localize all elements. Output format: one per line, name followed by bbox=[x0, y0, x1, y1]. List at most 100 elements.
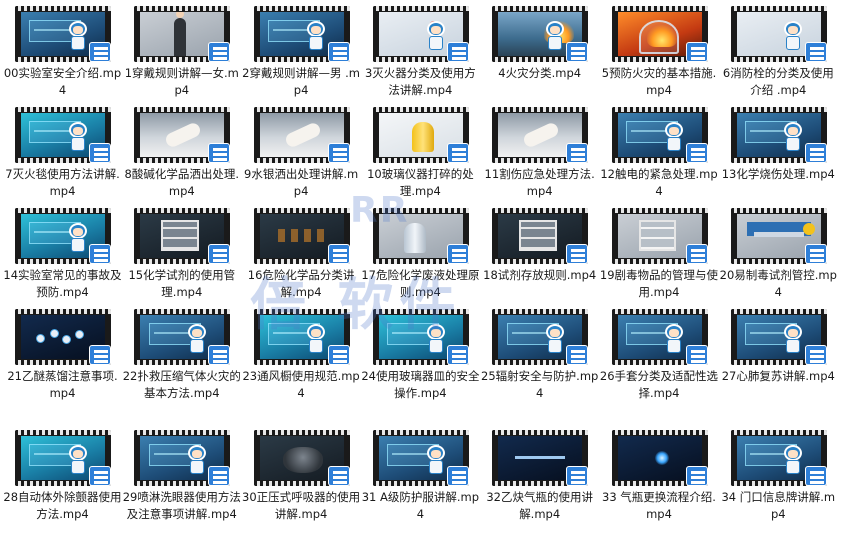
video-file-icon bbox=[89, 244, 111, 264]
video-thumbnail[interactable] bbox=[611, 430, 708, 486]
video-file-icon bbox=[327, 466, 350, 486]
file-name-label[interactable]: 8酸碱化学品洒出处理.mp4 bbox=[122, 166, 241, 200]
mascot-figure bbox=[65, 444, 91, 477]
video-thumbnail[interactable] bbox=[134, 430, 231, 486]
video-thumbnail[interactable] bbox=[492, 430, 589, 486]
video-file-icon bbox=[208, 42, 231, 62]
file-name-label[interactable]: 7灭火毯使用方法讲解.mp4 bbox=[3, 166, 122, 200]
mascot-figure bbox=[423, 444, 449, 477]
video-file-icon bbox=[446, 345, 469, 365]
mascot-figure bbox=[542, 20, 568, 53]
video-file-icon bbox=[804, 466, 827, 486]
video-thumbnail[interactable] bbox=[253, 208, 350, 264]
video-file-icon bbox=[566, 244, 589, 264]
video-thumbnail[interactable] bbox=[492, 107, 589, 163]
file-name-label[interactable]: 24使用玻璃器皿的安全操作.mp4 bbox=[361, 368, 480, 402]
file-name-label[interactable]: 26手套分类及适配性选择.mp4 bbox=[600, 368, 719, 402]
file-name-label[interactable]: 4火灾分类.mp4 bbox=[480, 65, 599, 82]
file-name-label[interactable]: 30正压式呼吸器的使用讲解.mp4 bbox=[242, 489, 361, 523]
file-name-label[interactable]: 27心肺复苏讲解.mp4 bbox=[719, 368, 838, 385]
file-name-label[interactable]: 29喷淋洗眼器使用方法及注意事项讲解.mp4 bbox=[122, 489, 241, 523]
file-name-label[interactable]: 16危险化学品分类讲解.mp4 bbox=[242, 267, 361, 301]
file-name-label[interactable]: 32乙炔气瓶的使用讲解.mp4 bbox=[480, 489, 599, 523]
file-name-label[interactable]: 25辐射安全与防护.mp4 bbox=[480, 368, 599, 402]
file-name-label[interactable]: 28自动体外除颤器使用方法.mp4 bbox=[3, 489, 122, 523]
video-thumbnail[interactable] bbox=[15, 430, 111, 486]
file-name-label[interactable]: 12触电的紧急处理.mp4 bbox=[600, 166, 719, 200]
file-name-label[interactable]: 10玻璃仪器打碎的处理.mp4 bbox=[361, 166, 480, 200]
file-name-label[interactable]: 21乙醚蒸馏注意事项.mp4 bbox=[3, 368, 122, 402]
file-name-label[interactable]: 34 门口信息牌讲解.mp4 bbox=[719, 489, 838, 523]
video-file-icon bbox=[685, 42, 708, 62]
video-thumbnail[interactable] bbox=[134, 6, 231, 62]
mascot-figure bbox=[184, 323, 210, 356]
file-name-label[interactable]: 6消防栓的分类及使用介绍 .mp4 bbox=[719, 65, 838, 99]
file-name-label[interactable]: 2穿戴规则讲解—男 .mp4 bbox=[242, 65, 361, 99]
mascot-figure bbox=[780, 444, 806, 477]
video-thumbnail[interactable] bbox=[15, 107, 111, 163]
file-name-label[interactable]: 15化学试剂的使用管理.mp4 bbox=[122, 267, 241, 301]
file-name-label[interactable]: 14实验室常见的事故及预防.mp4 bbox=[3, 267, 122, 301]
file-name-label[interactable]: 17危险化学废液处理原则.mp4 bbox=[361, 267, 480, 301]
video-thumbnail[interactable] bbox=[15, 309, 111, 365]
video-thumbnail[interactable] bbox=[730, 309, 827, 365]
file-name-label[interactable]: 31 A级防护服讲解.mp4 bbox=[361, 489, 480, 523]
video-thumbnail[interactable] bbox=[611, 208, 708, 264]
mascot-figure bbox=[661, 323, 687, 356]
video-file-icon bbox=[446, 42, 469, 62]
video-thumbnail[interactable] bbox=[372, 107, 469, 163]
video-file-icon bbox=[89, 345, 111, 365]
file-name-label[interactable]: 20易制毒试剂管控.mp4 bbox=[719, 267, 838, 301]
video-thumbnail[interactable] bbox=[372, 430, 469, 486]
video-thumbnail[interactable] bbox=[492, 6, 589, 62]
file-name-label[interactable]: 19剧毒物品的管理与使用.mp4 bbox=[600, 267, 719, 301]
video-thumbnail[interactable] bbox=[15, 6, 111, 62]
file-name-label[interactable]: 18试剂存放规则.mp4 bbox=[480, 267, 599, 284]
video-file-icon bbox=[327, 42, 350, 62]
video-thumbnail[interactable] bbox=[253, 107, 350, 163]
video-thumbnail[interactable] bbox=[611, 107, 708, 163]
video-file-icon bbox=[804, 143, 827, 163]
file-name-label[interactable]: 5预防火灾的基本措施.mp4 bbox=[600, 65, 719, 99]
file-name-label[interactable]: 13化学烧伤处理.mp4 bbox=[719, 166, 838, 183]
video-thumbnail[interactable] bbox=[611, 6, 708, 62]
video-thumbnail[interactable] bbox=[730, 107, 827, 163]
file-name-label[interactable]: 00实验室安全介绍.mp4 bbox=[3, 65, 122, 99]
video-thumbnail[interactable] bbox=[253, 309, 350, 365]
video-file-icon bbox=[208, 143, 231, 163]
video-file-icon bbox=[566, 466, 589, 486]
video-thumbnail[interactable] bbox=[134, 208, 231, 264]
video-thumbnail[interactable] bbox=[372, 309, 469, 365]
mascot-figure bbox=[184, 444, 210, 477]
video-thumbnail[interactable] bbox=[134, 309, 231, 365]
file-name-label[interactable]: 23通风橱使用规范.mp4 bbox=[242, 368, 361, 402]
mascot-figure bbox=[780, 121, 806, 154]
video-thumbnail[interactable] bbox=[372, 208, 469, 264]
video-thumbnail[interactable] bbox=[492, 309, 589, 365]
video-file-icon bbox=[566, 345, 589, 365]
video-file-icon bbox=[327, 143, 350, 163]
video-thumbnail[interactable] bbox=[730, 430, 827, 486]
file-name-label[interactable]: 11割伤应急处理方法.mp4 bbox=[480, 166, 599, 200]
file-name-label[interactable]: 9水银洒出处理讲解.mp4 bbox=[242, 166, 361, 200]
video-thumbnail[interactable] bbox=[372, 6, 469, 62]
video-thumbnail[interactable] bbox=[730, 208, 827, 264]
video-thumbnail[interactable] bbox=[134, 107, 231, 163]
file-name-label[interactable]: 33 气瓶更换流程介绍.mp4 bbox=[600, 489, 719, 523]
video-file-icon bbox=[685, 345, 708, 365]
video-file-icon bbox=[804, 345, 827, 365]
video-file-icon bbox=[446, 244, 469, 264]
video-thumbnail[interactable] bbox=[15, 208, 111, 264]
mascot-figure bbox=[303, 20, 329, 53]
video-thumbnail[interactable] bbox=[611, 309, 708, 365]
mascot-figure bbox=[65, 20, 91, 53]
file-name-label[interactable]: 1穿戴规则讲解—女.mp4 bbox=[122, 65, 241, 99]
file-name-label[interactable]: 3灭火器分类及使用方法讲解.mp4 bbox=[361, 65, 480, 99]
video-file-icon bbox=[89, 42, 111, 62]
video-thumbnail[interactable] bbox=[492, 208, 589, 264]
video-thumbnail[interactable] bbox=[253, 6, 350, 62]
file-name-label[interactable]: 22扑救压缩气体火灾的基本方法.mp4 bbox=[122, 368, 241, 402]
mascot-figure bbox=[780, 323, 806, 356]
video-thumbnail[interactable] bbox=[730, 6, 827, 62]
video-thumbnail[interactable] bbox=[253, 430, 350, 486]
